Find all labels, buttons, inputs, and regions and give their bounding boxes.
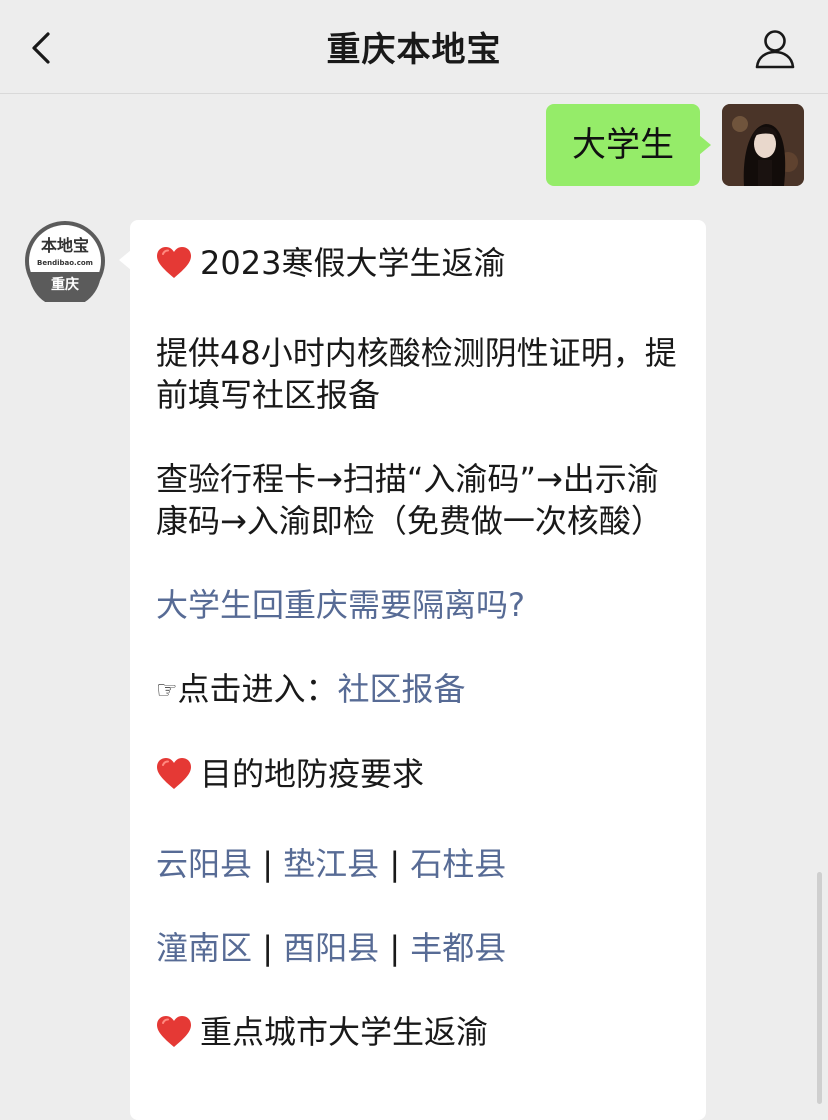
profile-button[interactable] — [752, 26, 798, 72]
page-title: 重庆本地宝 — [326, 30, 502, 70]
heart-icon — [156, 757, 194, 801]
section3-title: 重点城市大学生返渝 — [200, 1013, 489, 1051]
heart-icon — [156, 1015, 194, 1059]
official-account-avatar[interactable]: 本地宝 Bendibao.com 重庆 — [24, 220, 106, 308]
user-message-bubble[interactable]: 大学生 — [546, 104, 711, 186]
heart-icon — [156, 246, 194, 290]
section1-title: 2023寒假大学生返渝 — [200, 244, 506, 282]
logo-top-text: 本地宝 — [41, 236, 89, 255]
section1-paragraph2: 查验行程卡→扫描“入渝码”→出示渝康码→入渝即检（免费做一次核酸） — [156, 460, 663, 540]
section1-paragraph1: 提供48小时内核酸检测阴性证明，提前填写社区报备 — [156, 334, 677, 414]
section2-title: 目的地防疫要求 — [200, 755, 425, 793]
county-link-dianjiang[interactable]: 垫江县 — [283, 845, 379, 883]
logo-url-text: Bendibao.com — [37, 259, 93, 267]
county-link-fengdu[interactable]: 丰都县 — [410, 929, 506, 967]
section-title: 2023寒假大学生返渝 — [156, 242, 680, 290]
county-link-yunyang[interactable]: 云阳县 — [156, 845, 252, 883]
county-link-tongnan[interactable]: 潼南区 — [156, 929, 252, 967]
section-title: 重点城市大学生返渝 — [156, 1011, 680, 1059]
person-icon — [755, 30, 795, 69]
bendibao-logo: 本地宝 Bendibao.com 重庆 — [25, 221, 105, 308]
separator: | — [389, 929, 401, 967]
scrollbar[interactable] — [817, 872, 822, 1104]
click-enter-row: ☞点击进入：社区报备 — [156, 668, 680, 711]
pointing-hand-icon: ☞ — [156, 676, 178, 704]
logo-bottom-text: 重庆 — [51, 276, 79, 293]
county-links-row: 云阳县 | 垫江县 | 石柱县 — [156, 843, 680, 885]
user-avatar[interactable] — [722, 104, 804, 186]
county-links-row: 潼南区 | 酉阳县 | 丰都县 — [156, 927, 680, 969]
click-prefix-text: 点击进入： — [177, 670, 338, 708]
separator: | — [262, 929, 273, 967]
community-report-link[interactable]: 社区报备 — [338, 670, 466, 708]
quarantine-link-row: 大学生回重庆需要隔离吗? — [156, 584, 680, 626]
bot-message-bubble[interactable]: 2023寒假大学生返渝 提供48小时内核酸检测阴性证明，提前填写社区报备 查验行… — [119, 220, 706, 1120]
separator: | — [262, 845, 273, 883]
user-message-text: 大学生 — [572, 125, 674, 165]
quarantine-link[interactable]: 大学生回重庆需要隔离吗? — [156, 586, 525, 624]
county-link-youyang[interactable]: 酉阳县 — [283, 929, 379, 967]
nav-bar: 重庆本地宝 — [0, 0, 828, 94]
section-title: 目的地防疫要求 — [156, 753, 680, 801]
separator: | — [389, 845, 401, 883]
user-avatar-image — [722, 104, 804, 186]
county-link-shizhu[interactable]: 石柱县 — [410, 845, 506, 883]
